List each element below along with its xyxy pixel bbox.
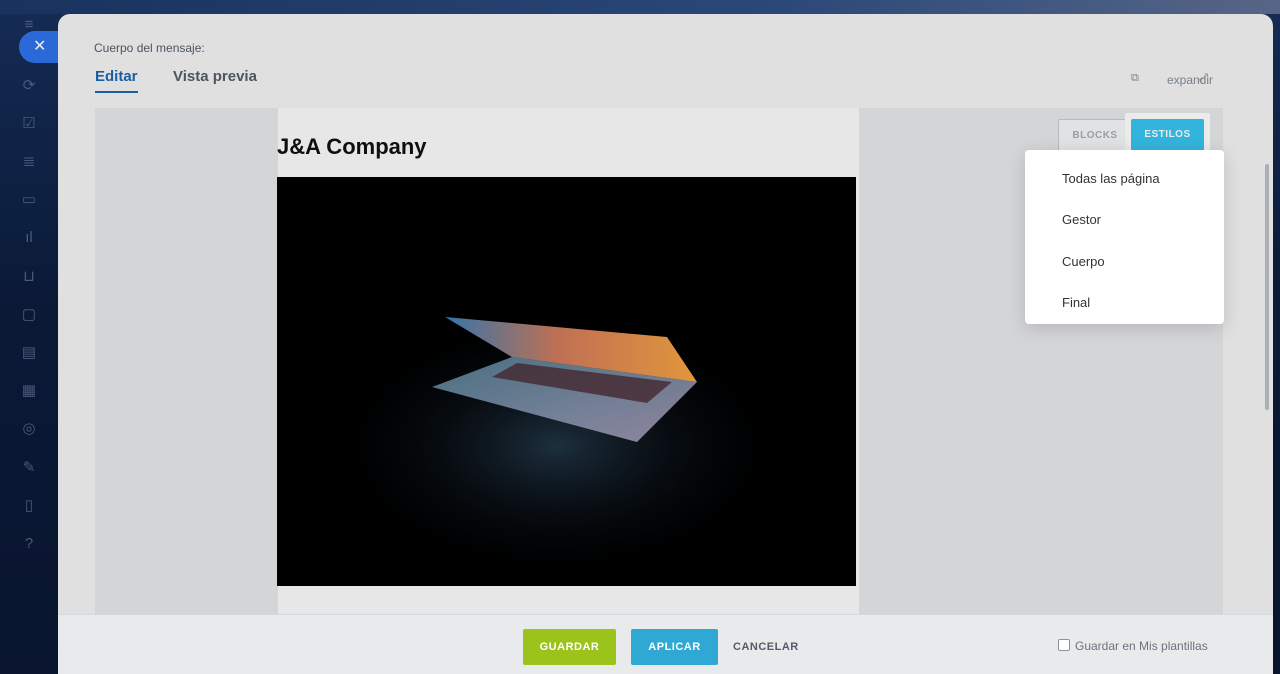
funnel-icon[interactable]: ≣ — [20, 154, 38, 170]
cart-icon[interactable]: ⊔ — [20, 269, 38, 285]
styles-item-body[interactable]: Cuerpo — [1062, 254, 1105, 269]
document-icon[interactable]: ▯ — [20, 498, 38, 514]
tab-edit[interactable]: Editar — [95, 68, 138, 93]
chat-icon[interactable]: ⟳ — [20, 78, 38, 94]
styles-button[interactable]: ESTILOS — [1131, 119, 1204, 151]
help-icon[interactable]: ? — [20, 536, 38, 552]
top-bar — [0, 0, 1280, 14]
styles-dropdown: Todas las página Gestor Cuerpo Final — [1025, 150, 1224, 324]
building-icon[interactable]: ▦ — [20, 383, 38, 399]
expand-icon[interactable]: ⤢ — [1199, 72, 1208, 85]
blocks-button[interactable]: BLOCKS — [1058, 119, 1132, 153]
close-icon[interactable]: ✕ — [19, 31, 61, 63]
laptop-image[interactable] — [277, 177, 856, 586]
calendar-icon[interactable]: ▤ — [20, 345, 38, 361]
laptop-photo — [277, 177, 856, 586]
left-sidebar: ≡ ⟳ ☑ ≣ ▭ ıl ⊔ ▢ ▤ ▦ ◎ ✎ ▯ ? — [0, 0, 58, 674]
styles-item-manager[interactable]: Gestor — [1062, 212, 1101, 227]
copy-icon[interactable]: ⧉ — [1131, 72, 1141, 84]
styles-item-footer[interactable]: Final — [1062, 295, 1090, 310]
tab-preview[interactable]: Vista previa — [173, 68, 257, 85]
save-template-checkbox[interactable] — [1058, 639, 1070, 651]
pencil-icon[interactable]: ✎ — [20, 460, 38, 476]
tasks-icon[interactable]: ☑ — [20, 116, 38, 132]
message-editor-panel: Cuerpo del mensaje: Editar Vista previa … — [58, 14, 1273, 674]
save-template-option[interactable]: Guardar en Mis plantillas — [1058, 639, 1208, 653]
save-button[interactable]: GUARDAR — [523, 629, 616, 665]
save-template-label: Guardar en Mis plantillas — [1075, 639, 1208, 653]
apply-button[interactable]: APLICAR — [631, 629, 718, 665]
body-label: Cuerpo del mensaje: — [94, 41, 205, 55]
inbox-icon[interactable]: ▭ — [20, 192, 38, 208]
editor-scrollbar[interactable] — [1265, 164, 1269, 410]
messages-icon[interactable]: ▢ — [20, 307, 38, 323]
analytics-icon[interactable]: ıl — [20, 230, 38, 246]
footer-bar: GUARDAR APLICAR CANCELAR Guardar en Mis … — [58, 614, 1273, 674]
company-title[interactable]: J&A Company — [277, 134, 427, 160]
styles-item-all-pages[interactable]: Todas las página — [1062, 171, 1160, 186]
marketing-icon[interactable]: ◎ — [20, 421, 38, 437]
cancel-button[interactable]: CANCELAR — [733, 629, 799, 665]
